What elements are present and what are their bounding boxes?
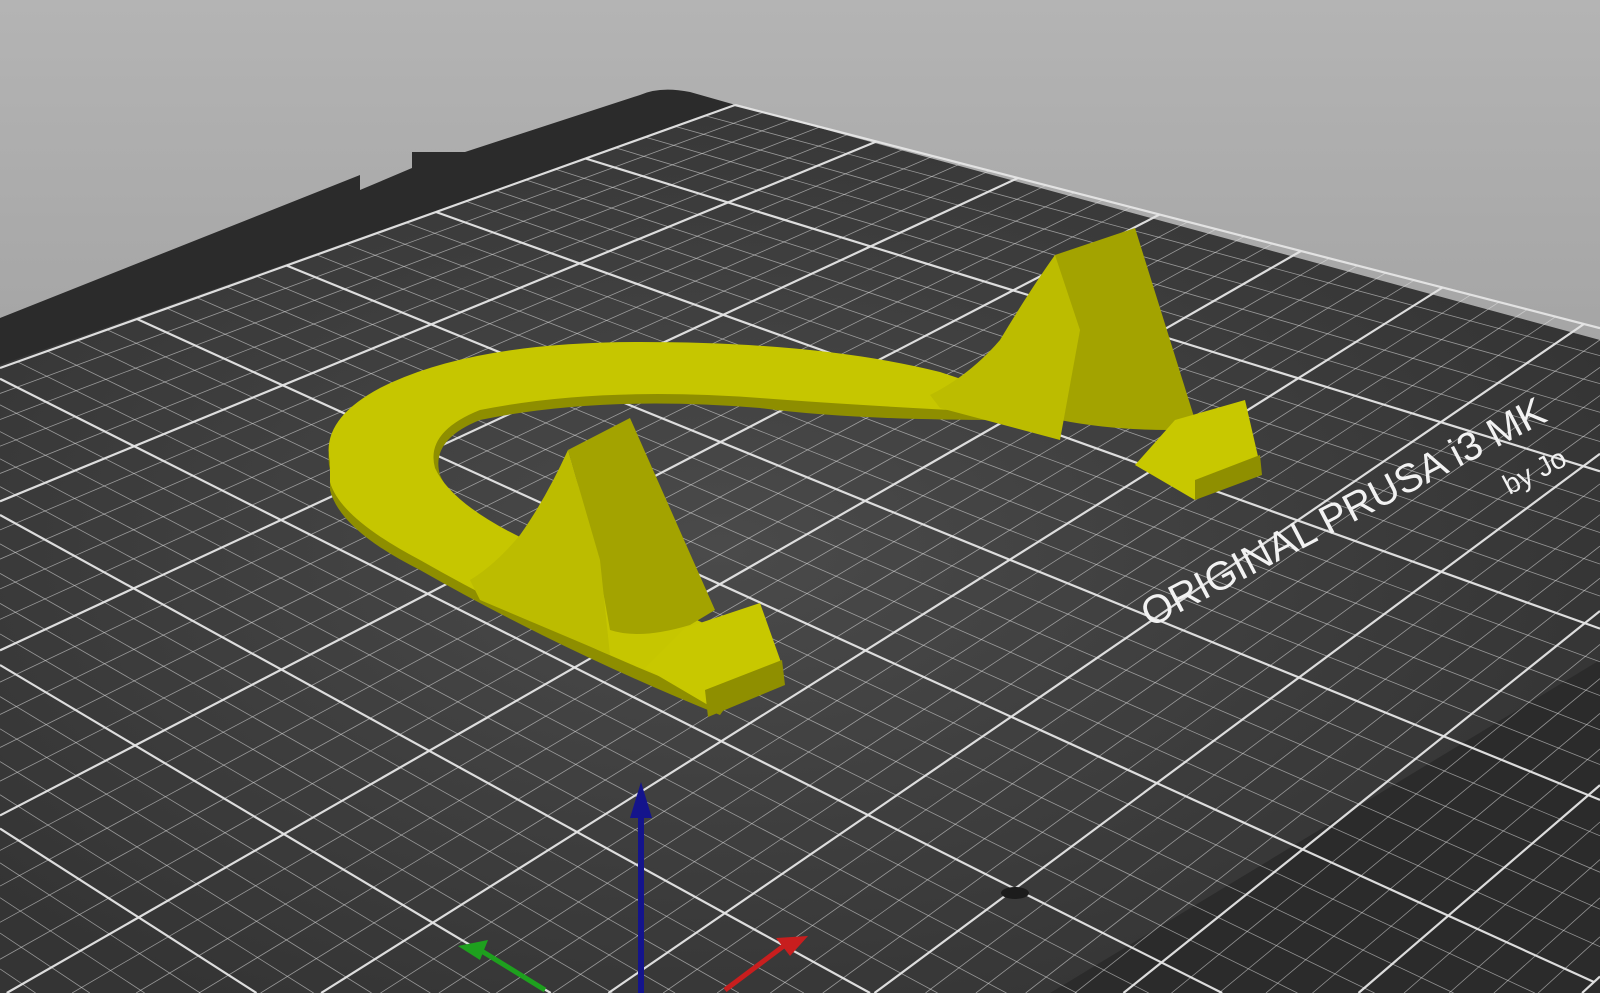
3d-viewport[interactable]: ORIGINAL PRUSA i3 MK by Jo [0, 0, 1600, 993]
bed-screw-hole [1001, 887, 1029, 899]
print-bed: ORIGINAL PRUSA i3 MK by Jo [0, 89, 1600, 993]
